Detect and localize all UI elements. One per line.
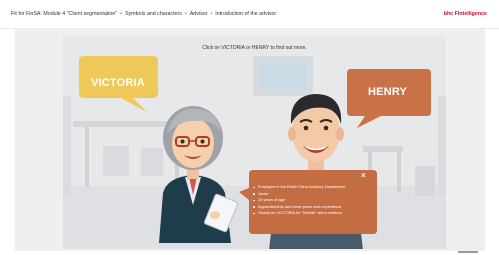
breadcrumb: Fit for FinSA: Module 4 "Client segmenta… (11, 11, 276, 17)
info-item: Stands for VICTORIA for "Wealth" client … (252, 210, 368, 217)
breadcrumb-item-current: Introduction of the advisor (215, 11, 277, 17)
victoria-character[interactable] (145, 93, 245, 243)
info-panel-list: Employee in the Retail Client Advisory D… (252, 184, 368, 217)
breadcrumb-separator: • (210, 11, 213, 17)
breadcrumb-separator: • (184, 11, 187, 17)
breadcrumb-item-section[interactable]: Symbols and characters (125, 11, 182, 17)
scene-stage: Click on VICTORIA or HENRY to find out m… (63, 36, 446, 249)
breadcrumb-separator: • (120, 11, 123, 17)
brand-name: Fintelligence (454, 11, 487, 17)
close-icon[interactable]: × (361, 172, 366, 180)
breadcrumb-item-module[interactable]: Fit for FinSA: Module 4 "Client segmenta… (11, 11, 117, 17)
breadcrumb-item-subsection[interactable]: Advisor (190, 11, 208, 17)
instruction-text: Click on VICTORIA or HENRY to find out m… (202, 45, 307, 51)
info-item: Junior (252, 191, 368, 198)
progress-indicator (458, 251, 478, 253)
info-item: Apprenticeship and three years work expe… (252, 204, 368, 211)
brand-logo: bhc Fintelligence (444, 11, 487, 17)
office-background-illustration (63, 36, 446, 249)
henry-character[interactable] (261, 70, 371, 249)
top-bar: Fit for FinSA: Module 4 "Client segmenta… (0, 0, 499, 29)
brand-prefix: bhc (443, 11, 454, 17)
info-item: 23 years of age (252, 197, 368, 204)
info-item: Employee in the Retail Client Advisory D… (252, 184, 368, 191)
